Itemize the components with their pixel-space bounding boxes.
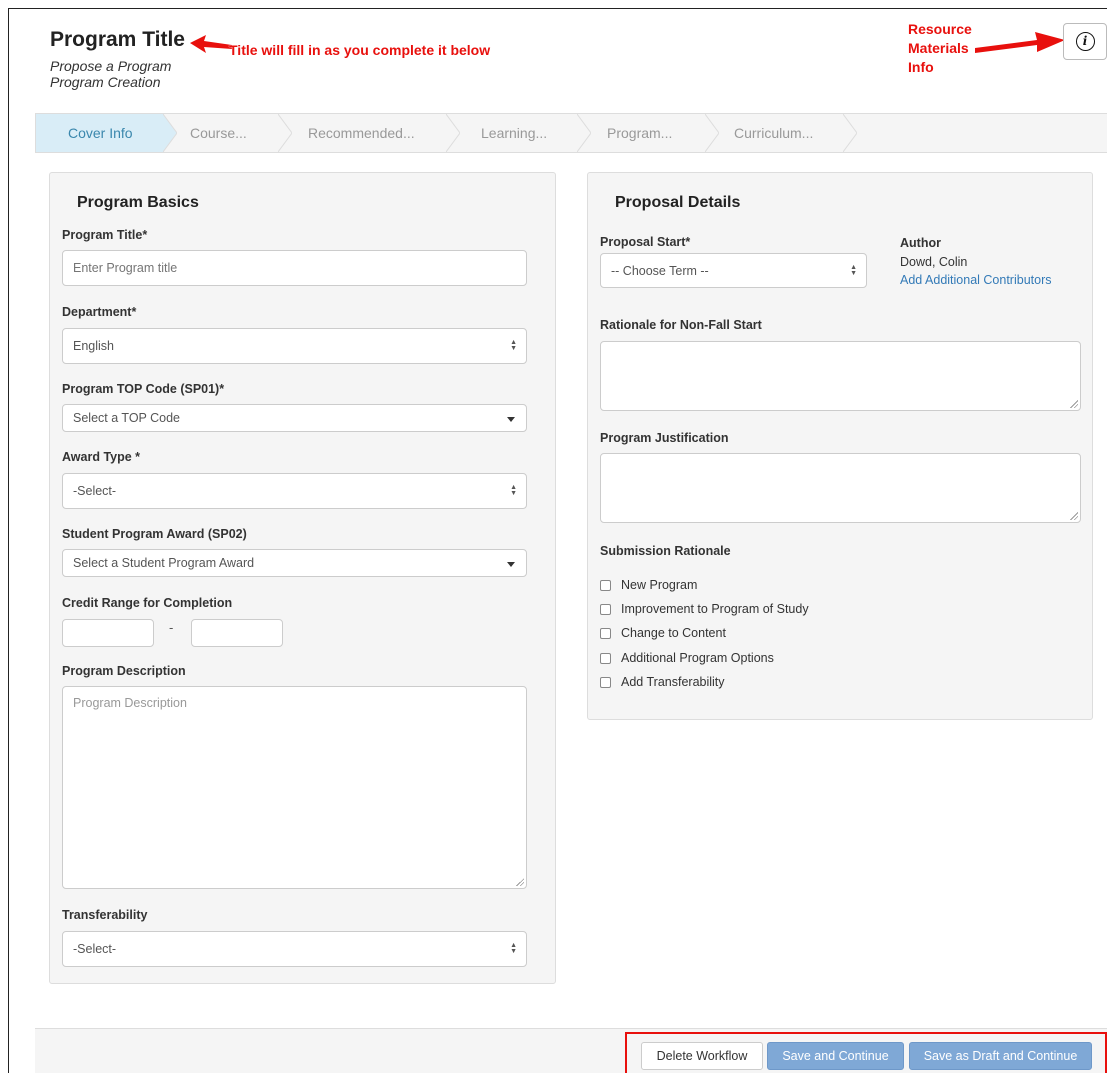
step-chevron-icon bbox=[577, 114, 591, 152]
annotation-arrow-icon bbox=[190, 35, 232, 53]
submission-rationale-label: Submission Rationale bbox=[600, 544, 731, 558]
rationale-nonfall-textarea[interactable] bbox=[600, 341, 1081, 411]
checkbox-label: Add Transferability bbox=[621, 675, 725, 689]
student-award-value: Select a Student Program Award bbox=[73, 556, 255, 570]
award-type-select[interactable]: -Select- ▲ ▼ bbox=[62, 473, 527, 509]
annotation-arrow-icon bbox=[975, 32, 1065, 53]
resize-grip-icon[interactable] bbox=[1070, 400, 1078, 408]
checkbox-improvement[interactable]: Improvement to Program of Study bbox=[600, 602, 809, 616]
author-name: Dowd, Colin bbox=[900, 255, 968, 269]
program-justification-textarea[interactable] bbox=[600, 453, 1081, 523]
wizard-step-course[interactable]: Course... bbox=[186, 114, 286, 152]
department-label: Department* bbox=[62, 305, 137, 319]
annotation-line: Info bbox=[908, 59, 934, 75]
top-code-label: Program TOP Code (SP01)* bbox=[62, 382, 225, 396]
credit-range-min-input[interactable] bbox=[62, 619, 154, 647]
wizard-steps: Cover Info Course... Recommended... Lear… bbox=[35, 113, 1107, 153]
transferability-value: -Select- bbox=[73, 942, 117, 956]
program-title-label: Program Title* bbox=[62, 228, 148, 242]
page-subtitle-line: Propose a Program bbox=[50, 58, 172, 74]
checkbox-additional-options[interactable]: Additional Program Options bbox=[600, 651, 774, 665]
caret-down-icon bbox=[507, 417, 515, 422]
top-code-dropdown[interactable]: Select a TOP Code bbox=[62, 404, 527, 432]
program-description-textarea[interactable]: Program Description bbox=[62, 686, 527, 889]
wizard-step-label: Program... bbox=[607, 125, 673, 141]
save-continue-button[interactable]: Save and Continue bbox=[767, 1042, 904, 1070]
student-award-dropdown[interactable]: Select a Student Program Award bbox=[62, 549, 527, 577]
annotation-line: Materials bbox=[908, 40, 969, 56]
step-chevron-icon bbox=[163, 114, 177, 152]
student-award-label: Student Program Award (SP02) bbox=[62, 527, 247, 541]
transferability-label: Transferability bbox=[62, 908, 148, 922]
wizard-step-recommended[interactable]: Recommended... bbox=[308, 114, 448, 152]
add-contributors-link[interactable]: Add Additional Contributors bbox=[900, 273, 1051, 287]
wizard-step-label: Curriculum... bbox=[734, 125, 814, 141]
resource-info-button[interactable]: i bbox=[1063, 23, 1107, 60]
department-select[interactable]: English ▲ ▼ bbox=[62, 328, 527, 364]
resize-grip-icon[interactable] bbox=[516, 878, 524, 886]
wizard-step-learning[interactable]: Learning... bbox=[481, 114, 591, 152]
credit-range-separator: - bbox=[169, 620, 174, 635]
step-chevron-icon bbox=[705, 114, 719, 152]
program-description-placeholder: Program Description bbox=[73, 696, 187, 710]
proposal-start-label: Proposal Start* bbox=[600, 235, 691, 249]
checkbox-label: New Program bbox=[621, 578, 698, 592]
page-subtitle: Propose a Program Program Creation bbox=[50, 58, 171, 90]
wizard-step-program[interactable]: Program... bbox=[607, 114, 707, 152]
save-draft-continue-button[interactable]: Save as Draft and Continue bbox=[909, 1042, 1092, 1070]
checkbox-label: Additional Program Options bbox=[621, 651, 774, 665]
top-code-value: Select a TOP Code bbox=[73, 411, 181, 425]
credit-range-max-input[interactable] bbox=[191, 619, 283, 647]
info-circle-icon: i bbox=[1075, 32, 1095, 51]
checkbox-add-transferability[interactable]: Add Transferability bbox=[600, 675, 725, 689]
checkbox-label: Improvement to Program of Study bbox=[621, 602, 809, 616]
proposal-details-heading: Proposal Details bbox=[615, 194, 741, 211]
wizard-step-curriculum[interactable]: Curriculum... bbox=[734, 114, 854, 152]
checkbox-box[interactable] bbox=[600, 627, 611, 639]
checkbox-box[interactable] bbox=[600, 676, 611, 688]
program-title-input[interactable] bbox=[62, 250, 527, 286]
caret-down-icon bbox=[507, 562, 515, 567]
department-value: English bbox=[73, 339, 114, 353]
step-chevron-icon bbox=[446, 114, 460, 152]
program-justification-label: Program Justification bbox=[600, 431, 729, 445]
annotation-resource-note: Resource Materials Info bbox=[908, 20, 972, 77]
wizard-step-label: Learning... bbox=[481, 125, 548, 141]
award-type-value: -Select- bbox=[73, 484, 117, 498]
checkbox-box[interactable] bbox=[600, 579, 611, 591]
page-title: Program Title bbox=[50, 28, 185, 51]
annotation-line: Resource bbox=[908, 21, 972, 37]
select-arrows-icon: ▲ ▼ bbox=[510, 942, 517, 955]
checkbox-box[interactable] bbox=[600, 603, 611, 615]
checkbox-new-program[interactable]: New Program bbox=[600, 578, 697, 592]
select-arrows-icon: ▲ ▼ bbox=[850, 263, 857, 277]
checkbox-change-content[interactable]: Change to Content bbox=[600, 626, 726, 640]
page-subtitle-line: Program Creation bbox=[50, 74, 161, 90]
proposal-start-select[interactable]: -- Choose Term -- ▲ ▼ bbox=[600, 253, 867, 288]
checkbox-box[interactable] bbox=[600, 652, 611, 664]
program-description-label: Program Description bbox=[62, 664, 186, 678]
delete-workflow-button[interactable]: Delete Workflow bbox=[641, 1042, 763, 1070]
award-type-label: Award Type * bbox=[62, 450, 141, 464]
annotation-title-note: Title will fill in as you complete it be… bbox=[229, 42, 491, 58]
author-label: Author bbox=[900, 236, 941, 250]
select-arrows-icon: ▲ ▼ bbox=[510, 484, 517, 497]
select-arrows-icon: ▲ ▼ bbox=[510, 339, 517, 352]
step-chevron-icon bbox=[278, 114, 292, 152]
wizard-step-label: Recommended... bbox=[308, 125, 415, 141]
checkbox-label: Change to Content bbox=[621, 626, 726, 640]
rationale-nonfall-label: Rationale for Non-Fall Start bbox=[600, 318, 762, 332]
step-chevron-icon bbox=[843, 114, 857, 152]
transferability-select[interactable]: -Select- ▲ ▼ bbox=[62, 931, 527, 967]
program-basics-heading: Program Basics bbox=[77, 194, 199, 211]
proposal-start-value: -- Choose Term -- bbox=[611, 263, 709, 278]
wizard-step-cover-info[interactable]: Cover Info bbox=[36, 114, 164, 152]
wizard-step-label: Cover Info bbox=[68, 125, 133, 141]
wizard-step-label: Course... bbox=[190, 125, 247, 141]
resize-grip-icon[interactable] bbox=[1070, 512, 1078, 520]
credit-range-label: Credit Range for Completion bbox=[62, 596, 233, 610]
